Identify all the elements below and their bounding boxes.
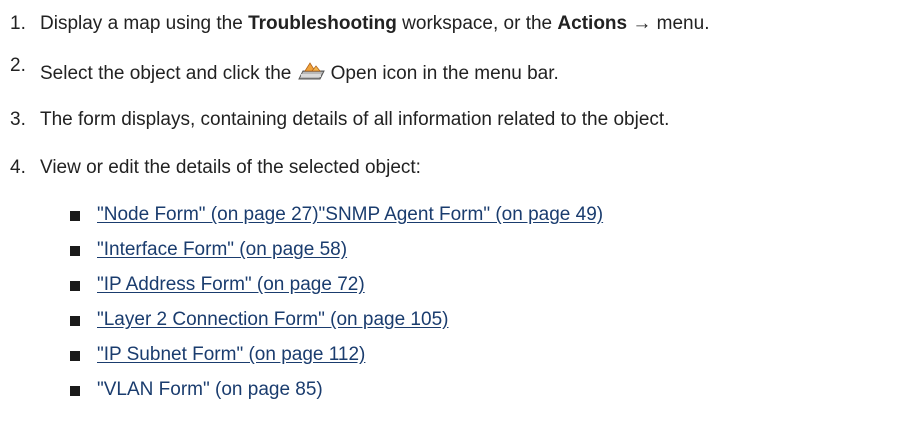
step-text: View or edit the details of the selected… [40,157,421,178]
troubleshooting-workspace-term: Troubleshooting [248,13,397,34]
bullet-marker [70,281,80,291]
bullet-marker [70,246,80,256]
interface-form-link[interactable]: "Interface Form" (on page 58) [97,239,347,261]
step-text: Select the object and click the Open ico… [40,61,559,85]
bullet-marker [70,316,80,326]
ip-subnet-form-link[interactable]: "IP Subnet Form" (on page 112) [97,344,365,366]
bullet-marker [70,386,80,396]
layer2-connection-form-link[interactable]: "Layer 2 Connection Form" (on page 105) [97,309,448,331]
step-text: Display a map using the Troubleshooting … [40,13,709,35]
step-number: 3. [10,109,26,130]
step-number: 1. [10,13,26,34]
step-text-part: Select the object and click the [40,63,297,84]
step-number: 4. [10,157,26,178]
step-number: 2. [10,55,26,76]
actions-menu-term: Actions [557,13,628,34]
ip-address-form-link[interactable]: "IP Address Form" (on page 72) [97,274,365,296]
step-text: The form displays, containing details of… [40,109,670,130]
node-form-link[interactable]: "Node Form" (on page 27)"SNMP Agent Form… [97,204,603,226]
step-text-part: → menu. [627,13,710,34]
bullet-marker [70,211,80,221]
open-icon [297,61,327,81]
bullet-marker [70,351,80,361]
step-text-part: workspace, or the [396,13,558,34]
vlan-form-reference: "VLAN Form" (on page 85) [97,379,323,400]
step-text-part: Display a map using the [40,13,249,34]
step-text-part: Open icon in the menu bar. [330,63,559,84]
